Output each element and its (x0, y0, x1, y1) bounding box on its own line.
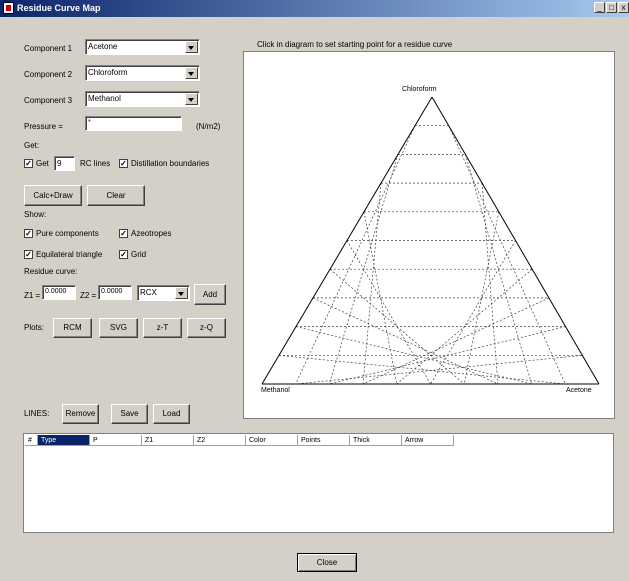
grid-checkbox[interactable]: ✓ (119, 250, 128, 259)
grid-line (295, 354, 583, 385)
chevron-down-icon[interactable] (185, 41, 198, 53)
component-2-select[interactable]: Chloroform (85, 65, 200, 81)
grid-line (312, 297, 499, 385)
diagram-hint: Click in diagram to set starting point f… (257, 40, 453, 49)
ternary-diagram[interactable]: Chloroform Methanol Acetone (243, 51, 615, 419)
chevron-down-icon[interactable] (185, 93, 198, 105)
pressure-value: * (88, 119, 91, 126)
component-3-value: Methanol (88, 94, 121, 103)
rc-count-value: 9 (57, 159, 62, 168)
table-column-header[interactable]: Thick (350, 435, 402, 446)
chevron-down-icon[interactable] (175, 287, 188, 299)
z2-value: 0.0000 (101, 288, 123, 295)
component-2-label: Component 2 (24, 70, 73, 79)
remove-button[interactable]: Remove (62, 404, 99, 424)
table-column-header[interactable]: P (90, 435, 142, 446)
rcm-plot-button[interactable]: RCM (53, 318, 92, 338)
distillation-label: Distillation boundaries (131, 159, 210, 168)
triangle-edge (431, 96, 600, 385)
table-column-header[interactable]: # (25, 435, 38, 446)
rc-lines-label: RC lines (80, 159, 111, 168)
clear-button[interactable]: Clear (87, 185, 145, 206)
pure-components-checkbox[interactable]: ✓ (24, 229, 33, 238)
chloroform-vertex-label: Chloroform (402, 86, 437, 93)
load-button[interactable]: Load (153, 404, 190, 424)
triangle-edge (261, 96, 433, 385)
minimize-button[interactable]: _ (594, 2, 605, 13)
table-column-header[interactable]: Points (298, 435, 350, 446)
lines-table[interactable]: # Type P Z1 Z2 Color Points Thick Arrow (23, 433, 614, 533)
pressure-label: Pressure = (24, 122, 63, 131)
grid-line (363, 211, 398, 385)
svg-plot-button[interactable]: SVG (99, 318, 138, 338)
get-heading: Get: (24, 141, 40, 150)
maximize-button[interactable]: □ (606, 2, 617, 13)
grid-label: Grid (131, 250, 147, 259)
save-button[interactable]: Save (111, 404, 148, 424)
component-3-label: Component 3 (24, 96, 73, 105)
get-checkbox[interactable]: ✓ (24, 159, 33, 168)
component-3-select[interactable]: Methanol (85, 91, 200, 107)
z1-input[interactable]: 0.0000 (42, 285, 76, 300)
show-heading: Show: (24, 210, 47, 219)
rc-count-input[interactable]: 9 (54, 156, 75, 171)
grid-line (430, 240, 516, 385)
table-column-header[interactable]: Z1 (142, 435, 194, 446)
component-1-label: Component 1 (24, 44, 73, 53)
close-window-button[interactable]: x (618, 2, 629, 13)
acetone-vertex-label: Acetone (566, 387, 592, 394)
component-1-value: Acetone (88, 42, 118, 51)
residue-curve-heading: Residue curve: (24, 267, 78, 276)
ternary-plot[interactable] (244, 52, 614, 418)
table-column-header[interactable]: Arrow (402, 435, 454, 446)
grid-line (346, 240, 431, 385)
close-button[interactable]: Close (297, 553, 357, 572)
distillation-checkbox[interactable]: ✓ (119, 159, 128, 168)
table-column-header[interactable]: Type (38, 435, 90, 446)
mode-value: RCX (140, 288, 157, 297)
calc-draw-button[interactable]: Calc+Draw (24, 185, 82, 206)
get-label: Get (36, 159, 49, 168)
component-1-select[interactable]: Acetone (85, 39, 200, 55)
lines-label: LINES: (24, 409, 50, 418)
z2-label: Z2 = (80, 291, 97, 300)
table-column-header[interactable]: Color (246, 435, 298, 446)
add-button[interactable]: Add (194, 284, 226, 305)
table-column-header[interactable]: Z2 (194, 435, 246, 446)
methanol-vertex-label: Methanol (261, 387, 290, 394)
window-title: Residue Curve Map (17, 3, 101, 13)
azeotropes-checkbox[interactable]: ✓ (119, 229, 128, 238)
component-2-value: Chloroform (88, 68, 128, 77)
equilateral-checkbox[interactable]: ✓ (24, 250, 33, 259)
pressure-unit: (N/m2) (196, 122, 221, 131)
z1-value: 0.0000 (45, 288, 67, 295)
chevron-down-icon[interactable] (185, 67, 198, 79)
plots-label: Plots: (24, 323, 45, 332)
pure-components-label: Pure components (36, 229, 99, 238)
z-t-plot-button[interactable]: z-T (143, 318, 182, 338)
z1-label: Z1 = (24, 291, 41, 300)
z2-input[interactable]: 0.0000 (98, 285, 132, 300)
azeotropes-label: Azeotropes (131, 229, 172, 238)
pressure-input[interactable]: * (85, 116, 182, 131)
mode-select[interactable]: RCX (137, 285, 190, 301)
app-icon (3, 2, 14, 14)
z-q-plot-button[interactable]: z-Q (187, 318, 226, 338)
equilateral-label: Equilateral triangle (36, 250, 103, 259)
